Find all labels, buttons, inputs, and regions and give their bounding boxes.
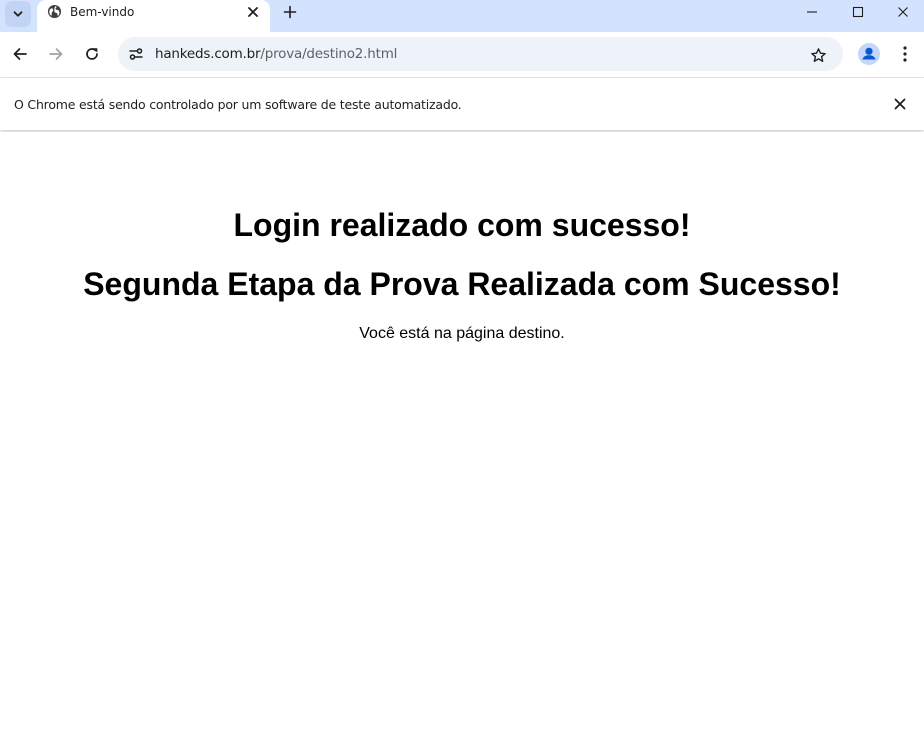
page-subheading: Segunda Etapa da Prova Realizada com Suc… xyxy=(83,266,841,302)
avatar-icon xyxy=(858,43,880,65)
minimize-button[interactable] xyxy=(789,0,835,24)
profile-button[interactable] xyxy=(856,41,882,67)
minimize-icon xyxy=(807,11,817,13)
reload-button[interactable] xyxy=(79,41,105,67)
tab-strip: Bem-vindo xyxy=(0,0,924,32)
forward-button[interactable] xyxy=(43,41,69,67)
plus-icon xyxy=(283,5,297,19)
page-heading: Login realizado com sucesso! xyxy=(233,207,691,243)
bookmark-button[interactable] xyxy=(807,44,829,66)
more-vertical-icon xyxy=(903,46,907,62)
automation-infobar: O Chrome está sendo controlado por um so… xyxy=(0,78,924,130)
chevron-down-icon xyxy=(13,11,23,17)
arrow-right-icon xyxy=(49,48,63,60)
address-bar[interactable]: hankeds.com.br/prova/destino2.html xyxy=(118,37,843,71)
close-icon xyxy=(248,7,258,17)
back-button[interactable] xyxy=(7,41,33,67)
browser-tab-active[interactable]: Bem-vindo xyxy=(37,0,270,32)
infobar-message: O Chrome está sendo controlado por um so… xyxy=(14,97,462,112)
url-text[interactable]: hankeds.com.br/prova/destino2.html xyxy=(155,46,397,62)
globe-icon xyxy=(47,4,62,19)
close-icon xyxy=(894,98,906,110)
tab-title: Bem-vindo xyxy=(70,5,135,19)
page-content: Login realizado com sucesso! Segunda Eta… xyxy=(0,132,924,749)
page-paragraph: Você está na página destino. xyxy=(359,325,565,342)
tab-close-button[interactable] xyxy=(244,3,262,21)
close-window-button[interactable] xyxy=(880,0,924,24)
url-host: hankeds.com.br xyxy=(155,46,261,62)
star-icon xyxy=(810,47,826,62)
tune-icon xyxy=(129,48,143,60)
new-tab-button[interactable] xyxy=(279,1,301,23)
site-info-button[interactable] xyxy=(124,42,148,66)
close-icon xyxy=(898,7,908,17)
maximize-icon xyxy=(852,6,864,18)
url-path: /prova/destino2.html xyxy=(260,46,398,62)
arrow-left-icon xyxy=(13,48,27,60)
infobar-close-button[interactable] xyxy=(891,95,909,113)
chrome-menu-button[interactable] xyxy=(893,41,917,67)
tab-search-button[interactable] xyxy=(5,1,31,27)
maximize-button[interactable] xyxy=(835,0,881,24)
browser-toolbar: hankeds.com.br/prova/destino2.html xyxy=(0,32,924,78)
reload-icon xyxy=(86,48,98,60)
